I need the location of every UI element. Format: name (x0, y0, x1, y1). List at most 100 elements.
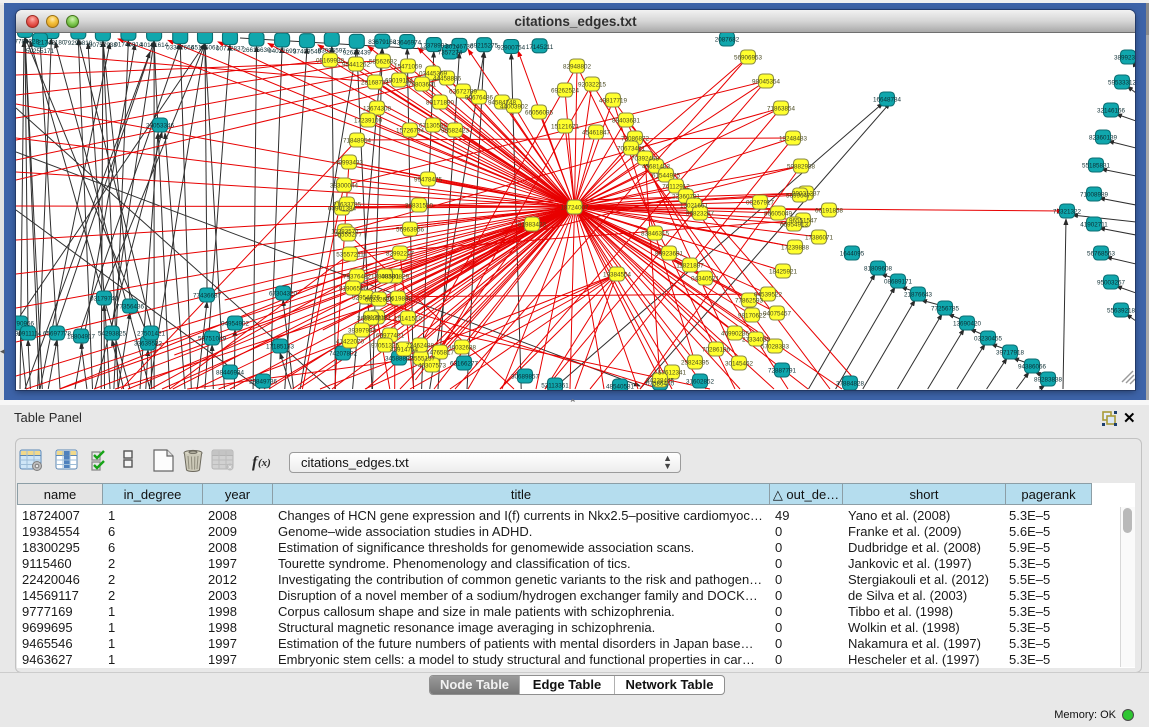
svg-text:45461847: 45461847 (582, 130, 611, 137)
svg-text:18425921: 18425921 (769, 269, 798, 276)
svg-text:04954902: 04954902 (221, 321, 250, 328)
svg-text:74207802: 74207802 (329, 351, 358, 358)
svg-text:90911114: 90911114 (16, 331, 42, 338)
svg-text:21633785: 21633785 (333, 202, 362, 209)
svg-text:73086872: 73086872 (621, 136, 650, 143)
svg-text:57612341: 57612341 (658, 370, 687, 377)
svg-text:76112912: 76112912 (662, 184, 690, 191)
svg-text:82992217: 82992217 (386, 251, 415, 258)
svg-text:17185133: 17185133 (266, 344, 295, 351)
svg-text:08689171: 08689171 (884, 279, 913, 286)
svg-text:1644095: 1644095 (840, 251, 865, 258)
svg-text:69262524: 69262524 (551, 88, 580, 95)
svg-text:40191614: 40191614 (140, 42, 169, 49)
svg-text:13021661: 13021661 (680, 203, 709, 210)
svg-text:96582423: 96582423 (441, 128, 470, 135)
svg-text:19248483: 19248483 (779, 136, 808, 143)
svg-text:72321322: 72321322 (1053, 209, 1082, 216)
svg-text:53557211: 53557211 (336, 252, 364, 259)
svg-text:98045354: 98045354 (752, 79, 781, 86)
svg-text:63166277: 63166277 (450, 361, 479, 368)
svg-text:49817719: 49817719 (599, 98, 628, 105)
svg-text:82360139: 82360139 (1089, 135, 1118, 142)
svg-text:79376462: 79376462 (343, 274, 372, 281)
svg-text:72462488: 72462488 (406, 343, 435, 350)
svg-text:30145462: 30145462 (725, 361, 754, 368)
svg-text:77862593: 77862593 (735, 298, 764, 305)
svg-text:53113361: 53113361 (541, 383, 569, 390)
svg-text:03230455: 03230455 (974, 336, 1003, 343)
svg-text:36831550: 36831550 (405, 203, 434, 210)
svg-text:66954913: 66954913 (780, 222, 809, 229)
svg-text:11821897: 11821897 (676, 263, 704, 270)
svg-text:43646974: 43646974 (393, 40, 422, 47)
svg-text:17145211: 17145211 (526, 44, 554, 51)
svg-text:49993433: 49993433 (335, 160, 364, 167)
svg-text:29053346: 29053346 (146, 123, 175, 130)
svg-text:27334035: 27334035 (742, 337, 771, 344)
svg-text:27501421: 27501421 (137, 331, 166, 338)
svg-text:99478475: 99478475 (414, 177, 443, 184)
svg-text:81983423: 81983423 (518, 222, 547, 229)
svg-text:61544975: 61544975 (652, 173, 681, 180)
svg-text:38300044: 38300044 (330, 183, 359, 190)
svg-text:70673491: 70673491 (617, 146, 646, 153)
svg-text:56823267: 56823267 (686, 211, 715, 218)
svg-text:13690420: 13690420 (953, 321, 982, 328)
svg-text:45681433: 45681433 (642, 164, 671, 171)
svg-text:94386066: 94386066 (1018, 364, 1047, 371)
svg-text:86923691: 86923691 (655, 251, 684, 258)
svg-text:92900754: 92900754 (497, 45, 526, 52)
svg-text:28849736: 28849736 (249, 379, 278, 386)
svg-text:66191858: 66191858 (815, 208, 844, 215)
svg-text:04340521: 04340521 (691, 276, 720, 283)
svg-text:70392468: 70392468 (631, 156, 660, 163)
svg-text:39397983: 39397983 (348, 328, 377, 335)
svg-text:15121671: 15121671 (551, 124, 580, 131)
svg-text:60790966: 60790966 (16, 321, 34, 328)
svg-text:21742180: 21742180 (37, 40, 66, 47)
svg-text:15726794: 15726794 (396, 128, 425, 135)
svg-text:04075457: 04075457 (763, 311, 792, 318)
svg-text:23555157: 23555157 (407, 356, 436, 363)
svg-text:82948802: 82948802 (563, 64, 592, 71)
svg-text:21876643: 21876643 (904, 292, 933, 299)
svg-text:00267917: 00267917 (746, 200, 775, 207)
svg-text:89171890: 89171890 (426, 100, 455, 107)
svg-text:56996477: 56996477 (786, 193, 815, 200)
svg-text:55639218: 55639218 (1107, 308, 1135, 315)
svg-text:54293825: 54293825 (98, 331, 127, 338)
svg-text:97051325: 97051325 (371, 343, 400, 350)
svg-text:66232625: 66232625 (365, 297, 394, 304)
svg-text:34238445: 34238445 (646, 378, 675, 385)
svg-text:40307573: 40307573 (418, 363, 447, 370)
svg-text:36032688: 36032688 (448, 345, 477, 352)
svg-text:17239109: 17239109 (354, 118, 383, 125)
svg-text:70286196: 70286196 (702, 347, 731, 354)
svg-text:89283838: 89283838 (1034, 377, 1063, 384)
svg-text:86605049: 86605049 (764, 211, 793, 218)
svg-text:15141510: 15141510 (394, 316, 423, 323)
svg-text:57028383: 57028383 (761, 344, 790, 351)
svg-text:30689857: 30689857 (511, 374, 540, 381)
svg-text:25824395: 25824395 (681, 360, 710, 367)
svg-text:18724007: 18724007 (560, 205, 589, 212)
svg-text:36684407: 36684407 (357, 316, 386, 323)
svg-text:05169938: 05169938 (316, 58, 345, 65)
svg-text:71848954: 71848954 (343, 138, 372, 145)
svg-text:69977401: 69977401 (376, 333, 405, 340)
svg-text:92622439: 92622439 (343, 49, 372, 56)
svg-text:41422070: 41422070 (336, 339, 365, 346)
svg-text:77356436: 77356436 (116, 304, 145, 311)
svg-text:38992352: 38992352 (1114, 55, 1135, 62)
svg-text:01746814: 01746814 (114, 41, 143, 48)
svg-text:67304320: 67304320 (269, 291, 298, 298)
svg-text:59882938: 59882938 (787, 164, 816, 171)
svg-text:44458886: 44458886 (433, 76, 462, 83)
svg-text:88403631: 88403631 (612, 118, 641, 125)
svg-text:56963956: 56963956 (396, 227, 425, 234)
svg-text:15471059: 15471059 (394, 64, 423, 71)
svg-text:13674308: 13674308 (363, 106, 392, 113)
svg-text:71863854: 71863854 (767, 106, 796, 113)
svg-text:17386071: 17386071 (805, 235, 834, 242)
